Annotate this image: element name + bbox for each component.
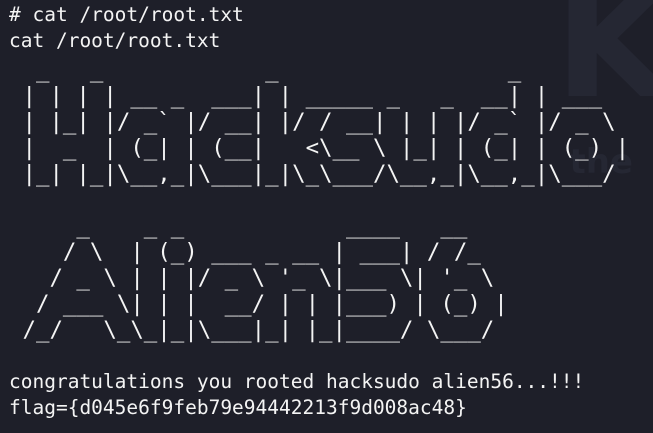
congratulations-message: congratulations you rooted hacksudo alie…	[9, 370, 585, 393]
command-echo-line: cat /root/root.txt	[9, 29, 221, 52]
ascii-banner-alien56: _ _ _ ____ __ / \ | (_) ___ _ __ | ___| …	[22, 213, 508, 343]
terminal-output: # cat /root/root.txt cat /root/root.txt …	[9, 2, 653, 421]
ascii-banner-hacksudo: _ _ _ _ | | | | __ _ ___| | _____ _ _ __…	[22, 57, 630, 187]
terminal-window[interactable]: K the # cat /root/root.txt cat /root/roo…	[0, 0, 653, 433]
command-prompt-line: # cat /root/root.txt	[9, 3, 244, 26]
flag-line: flag={d045e6f9feb79e94442213f9d008ac48}	[9, 396, 467, 419]
